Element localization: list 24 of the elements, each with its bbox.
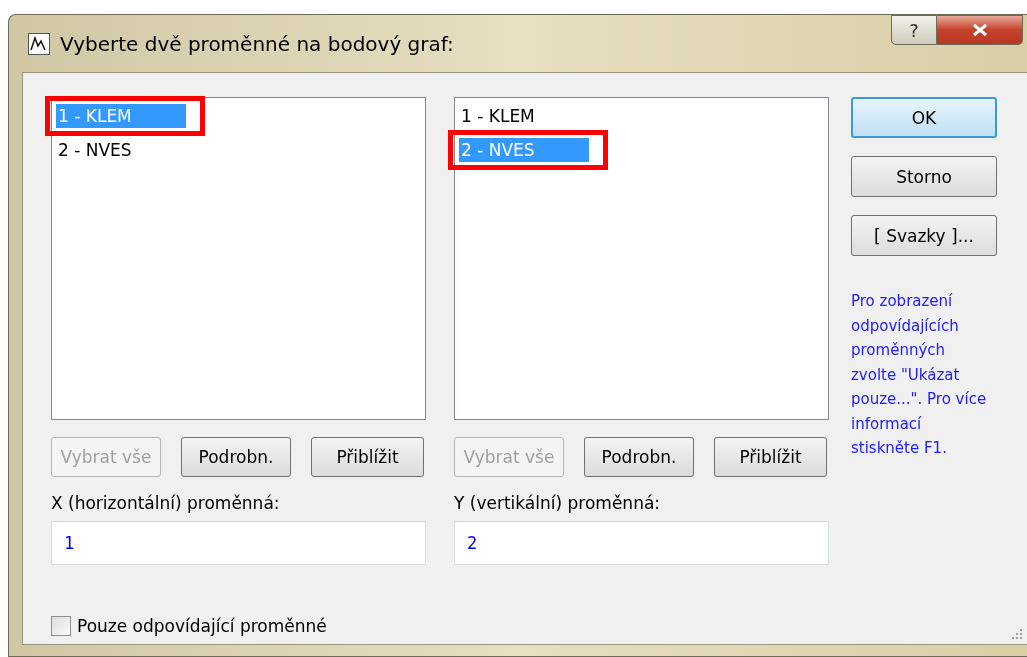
- close-icon: [970, 23, 989, 37]
- help-button[interactable]: ?: [891, 15, 937, 45]
- dialog-button[interactable]: [ Svazky ]...: [851, 215, 997, 256]
- variable-list[interactable]: 1 - KLEM 2 - NVES: [454, 97, 829, 420]
- checkbox-label: Pouze odpovídající proměnné: [77, 615, 327, 636]
- dialog-button[interactable]: Storno: [851, 156, 997, 197]
- list-item[interactable]: 1 - KLEM: [459, 104, 537, 128]
- checkbox[interactable]: [51, 615, 71, 636]
- field-label: Y (vertikální) proměnná:: [454, 493, 662, 513]
- resize-grip-icon[interactable]: [1011, 628, 1023, 640]
- list-button[interactable]: Přiblížit: [714, 437, 827, 477]
- help-text: Pro zobrazení odpovídajících proměnných zvolte "Ukázat pouze...". Pro více informací stiskněte F1.: [851, 291, 988, 459]
- list-button[interactable]: Přiblížit: [311, 437, 424, 477]
- list-item[interactable]: 2 - NVES: [56, 138, 134, 162]
- dialog-button[interactable]: OK: [851, 97, 997, 138]
- chart-icon: [28, 32, 50, 55]
- window-title: Vyberte dvě proměnné na bodový graf:: [60, 31, 454, 56]
- input-field[interactable]: 2: [454, 521, 829, 565]
- close-button[interactable]: [937, 15, 1023, 45]
- field-label: X (horizontální) proměnná:: [51, 493, 281, 513]
- list-button[interactable]: Podrobn.: [584, 437, 694, 477]
- input-field[interactable]: 1: [51, 521, 426, 565]
- list-button[interactable]: Podrobn.: [181, 437, 291, 477]
- variable-list[interactable]: 1 - KLEM 2 - NVES: [51, 97, 426, 420]
